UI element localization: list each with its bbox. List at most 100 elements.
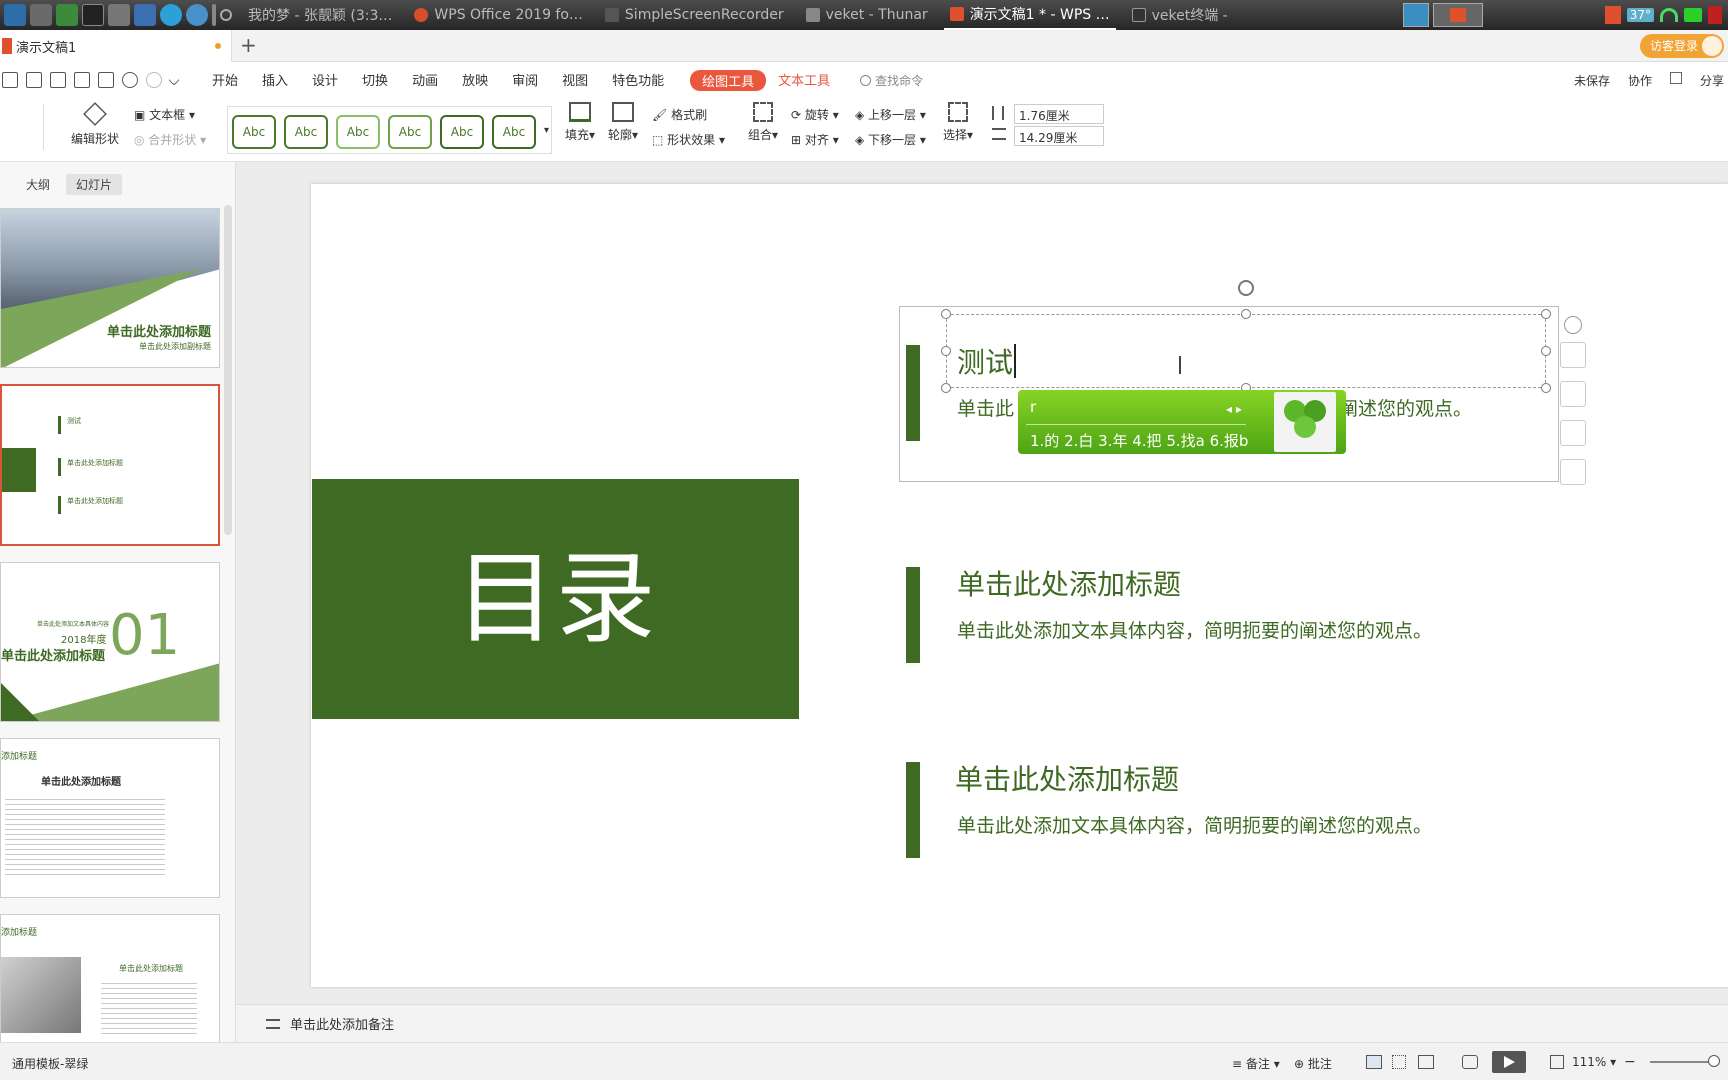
menu-animation[interactable]: 动画 (400, 70, 450, 91)
command-search[interactable]: 查找命令 (860, 72, 923, 89)
more-dropdown-icon[interactable] (168, 74, 180, 86)
system-monitor-icon[interactable] (4, 4, 26, 26)
resize-handle-bl[interactable] (941, 383, 951, 393)
resize-handle-tr[interactable] (1541, 309, 1551, 319)
slide-thumb-2[interactable]: 测试 单击此处添加标题 单击此处添加标题 (0, 384, 220, 546)
ime-nav-icon[interactable]: ◂ ▸ (1226, 402, 1242, 416)
menu-insert[interactable]: 插入 (250, 70, 300, 91)
merge-shape-button[interactable]: ◎ 合并形状 ▾ (134, 131, 206, 148)
task-music[interactable]: 我的梦 - 张靓颖 (3:3… (242, 0, 398, 30)
share-button[interactable]: 分享 (1700, 72, 1724, 89)
layers-icon[interactable] (1560, 342, 1586, 368)
play-slideshow-button[interactable] (1492, 1051, 1526, 1073)
save-icon[interactable] (26, 72, 42, 88)
edit-shape-button[interactable]: 编辑形状 (65, 102, 125, 147)
format-painter-button[interactable]: 🖌 格式刷 (652, 106, 707, 123)
style-preset-5[interactable]: Abc (440, 115, 484, 149)
item-desc-3[interactable]: 单击此处添加文本具体内容，简明扼要的阐述您的观点。 (957, 811, 1432, 838)
item-title-2[interactable]: 单击此处添加标题 (957, 563, 1181, 603)
zoom-level[interactable]: 111% ▾ (1572, 1055, 1616, 1069)
comments-toggle[interactable]: ⊕ 批注 (1294, 1055, 1332, 1072)
gallery-more-icon[interactable]: ▾ (544, 125, 549, 136)
menu-features[interactable]: 特色功能 (600, 70, 676, 91)
rotate-button[interactable]: ⟳ 旋转 ▾ (791, 106, 839, 123)
style-preset-1[interactable]: Abc (232, 115, 276, 149)
pen-icon[interactable] (1560, 381, 1586, 407)
resize-handle-tl[interactable] (941, 309, 951, 319)
printer-icon[interactable] (108, 4, 130, 26)
sorter-view-icon[interactable] (1392, 1055, 1406, 1069)
wps-tray-icon[interactable] (1604, 6, 1621, 24)
template-name[interactable]: 通用模板-翠绿 (12, 1055, 88, 1072)
desktop-preview-icon[interactable] (1403, 3, 1429, 27)
outline-button[interactable]: 轮廓▾ (605, 102, 641, 143)
zoom-slider[interactable] (1650, 1061, 1716, 1063)
menu-view[interactable]: 视图 (550, 70, 600, 91)
settings-icon[interactable] (30, 4, 52, 26)
media-player-icon[interactable] (56, 4, 78, 26)
task-thunar[interactable]: veket - Thunar (800, 0, 934, 30)
slide-thumb-4[interactable]: 添加标题 单击此处添加标题 (0, 738, 220, 898)
task-terminal[interactable]: veket终端 - (1126, 0, 1234, 30)
style-preset-6[interactable]: Abc (492, 115, 536, 149)
record-icon[interactable] (220, 9, 232, 21)
menu-home[interactable]: 开始 (200, 70, 250, 91)
panel-scrollbar[interactable] (224, 205, 232, 535)
doc-tab[interactable]: 演示文稿1 (0, 30, 232, 62)
new-tab-button[interactable]: + (240, 33, 257, 57)
normal-view-icon[interactable] (1366, 1055, 1382, 1069)
send-backward-button[interactable]: ◈ 下移一层 ▾ (855, 131, 926, 148)
browser-icon[interactable] (186, 4, 208, 26)
battery-icon[interactable] (1684, 8, 1702, 22)
resize-handle-ml[interactable] (941, 346, 951, 356)
fill-button[interactable]: 填充▾ (562, 102, 598, 143)
shape-effect-button[interactable]: ⬚ 形状效果 ▾ (652, 131, 725, 148)
collaborate-button[interactable]: 协作 (1628, 72, 1652, 89)
frame-icon[interactable] (1560, 459, 1586, 485)
notes-toggle[interactable]: ≡ 备注 ▾ (1232, 1055, 1280, 1072)
open-icon[interactable] (2, 72, 18, 88)
style-preset-4[interactable]: Abc (388, 115, 432, 149)
collapse-tools-icon[interactable] (1564, 316, 1582, 334)
zoom-slider-handle[interactable] (1708, 1055, 1720, 1067)
menu-design[interactable]: 设计 (300, 70, 350, 91)
guest-login-button[interactable]: 访客登录 (1639, 34, 1724, 58)
text-box-button[interactable]: ▣ 文本框 ▾ (134, 106, 195, 123)
ime-candidate-popup[interactable]: r ◂ ▸ 1.的 2.白 3.年 4.把 5.找a 6.报b (1018, 390, 1346, 454)
group-button[interactable]: 组合▾ (745, 102, 781, 143)
height-field[interactable]: 1.76厘米 (1014, 104, 1104, 124)
notes-bar[interactable]: 单击此处添加备注 (236, 1004, 1728, 1042)
task-presentation[interactable]: 演示文稿1 * - WPS … (943, 0, 1116, 30)
slide-thumb-3[interactable]: 单击此处添加文本具体内容 2018年度 单击此处添加标题 01 (0, 562, 220, 722)
align-button[interactable]: ⊞ 对齐 ▾ (791, 131, 839, 148)
select-button[interactable]: 选择▾ (940, 102, 976, 143)
checkmark-icon[interactable] (160, 4, 182, 26)
menu-slideshow[interactable]: 放映 (450, 70, 500, 91)
menu-review[interactable]: 审阅 (500, 70, 550, 91)
item-desc-2[interactable]: 单击此处添加文本具体内容，简明扼要的阐述您的观点。 (957, 616, 1432, 643)
fill-tool-icon[interactable] (1560, 420, 1586, 446)
ai-icon[interactable] (1669, 72, 1682, 84)
redo-icon[interactable] (146, 72, 162, 88)
slide-thumb-1[interactable]: 单击此处添加标题 单击此处添加副标题 (0, 208, 220, 368)
presenter-icon[interactable] (1462, 1055, 1478, 1069)
image-viewer-icon[interactable] (134, 4, 156, 26)
style-preset-3[interactable]: Abc (336, 115, 380, 149)
style-preset-2[interactable]: Abc (284, 115, 328, 149)
resize-handle-tc[interactable] (1241, 309, 1251, 319)
unsaved-button[interactable]: 未保存 (1574, 72, 1610, 89)
wps-preview-icon[interactable] (1433, 3, 1483, 27)
wifi-icon[interactable] (1660, 8, 1678, 22)
task-wps[interactable]: WPS Office 2019 fo… (408, 0, 589, 30)
print-icon[interactable] (74, 72, 90, 88)
width-field[interactable]: 14.29厘米 (1014, 126, 1104, 146)
toc-block[interactable]: 目录 (312, 479, 799, 719)
textbox-selection[interactable] (946, 314, 1546, 388)
item-title-3[interactable]: 单击此处添加标题 (955, 758, 1179, 798)
rotate-handle-icon[interactable] (1238, 280, 1254, 296)
menu-transition[interactable]: 切换 (350, 70, 400, 91)
resize-handle-mr[interactable] (1541, 346, 1551, 356)
tab-slides[interactable]: 幻灯片 (66, 174, 123, 195)
zoom-out-button[interactable]: − (1624, 1054, 1636, 1070)
bring-forward-button[interactable]: ◈ 上移一层 ▾ (855, 106, 926, 123)
